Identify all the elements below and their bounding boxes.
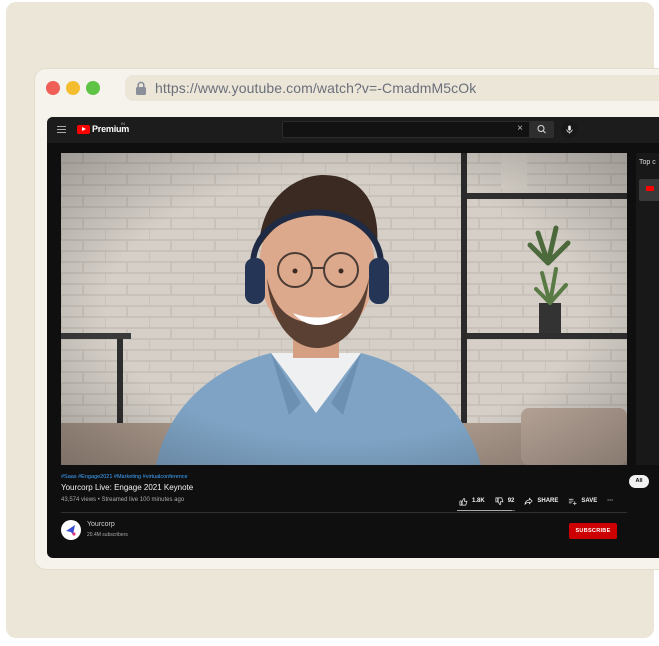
channel-logo-icon — [66, 525, 76, 536]
video-title: Yourcorp Live: Engage 2021 Keynote — [61, 483, 194, 492]
close-window-button[interactable] — [46, 81, 60, 95]
youtube-header: Premium IN × — [47, 117, 659, 143]
minimize-window-button[interactable] — [66, 81, 80, 95]
like-button[interactable]: 1.8K — [459, 497, 485, 506]
dislike-count: 92 — [507, 498, 515, 504]
share-icon — [524, 496, 533, 505]
microphone-icon — [566, 125, 573, 134]
close-icon[interactable]: × — [517, 123, 523, 134]
subscribe-button[interactable]: SUBSCRIBE — [569, 523, 617, 539]
save-button[interactable]: SAVE — [568, 497, 597, 506]
filter-chip-all[interactable]: All — [629, 475, 649, 488]
video-hashtags[interactable]: #Saas #Engage2021 #Marketing #virtualcon… — [61, 474, 188, 480]
related-video-thumbnail[interactable] — [639, 179, 659, 201]
thumbs-up-icon — [459, 497, 468, 505]
video-frame-image — [61, 153, 627, 465]
browser-titlebar: https://www.youtube.com/watch?v=-CmadmM5… — [35, 69, 659, 107]
more-actions-button[interactable]: ··· — [607, 498, 613, 504]
dislike-button[interactable]: 92 — [495, 497, 515, 506]
more-icon: ··· — [607, 498, 614, 504]
share-button[interactable]: SHARE — [524, 496, 559, 506]
divider — [61, 512, 627, 513]
playlist-add-icon — [569, 498, 577, 505]
search-button[interactable] — [530, 121, 554, 138]
video-player[interactable] — [61, 153, 627, 465]
search-input[interactable]: × — [282, 121, 530, 138]
sidebar-label[interactable]: Top c — [639, 159, 656, 166]
like-count: 1.8K — [472, 498, 485, 504]
url-text[interactable]: https://www.youtube.com/watch?v=-CmadmM5… — [155, 80, 476, 96]
browser-window: https://www.youtube.com/watch?v=-CmadmM5… — [34, 68, 659, 570]
search-icon — [537, 125, 546, 134]
address-bar[interactable]: https://www.youtube.com/watch?v=-CmadmM5… — [125, 75, 659, 101]
brand-region-label: IN — [121, 121, 125, 126]
voice-search-button[interactable] — [561, 121, 578, 138]
like-ratio-fill — [457, 510, 512, 511]
video-actions: 1.8K 92 SHARE SAVE ··· — [459, 495, 613, 507]
menu-icon[interactable] — [57, 126, 66, 133]
lock-icon — [136, 81, 146, 95]
share-label: SHARE — [537, 498, 559, 504]
youtube-page: Premium IN × Top c #Saas #Engage2021 #Ma… — [47, 117, 659, 558]
channel-avatar[interactable] — [61, 520, 81, 540]
thumbs-down-icon — [495, 497, 504, 505]
maximize-window-button[interactable] — [86, 81, 100, 95]
youtube-logo-icon[interactable] — [77, 125, 90, 134]
channel-subscribers: 20.4M subscribers — [87, 532, 128, 538]
channel-name[interactable]: Yourcorp — [87, 521, 115, 528]
video-meta: 43,574 views • Streamed live 100 minutes… — [61, 497, 185, 503]
like-ratio-bar — [457, 510, 515, 511]
save-label: SAVE — [581, 498, 598, 504]
